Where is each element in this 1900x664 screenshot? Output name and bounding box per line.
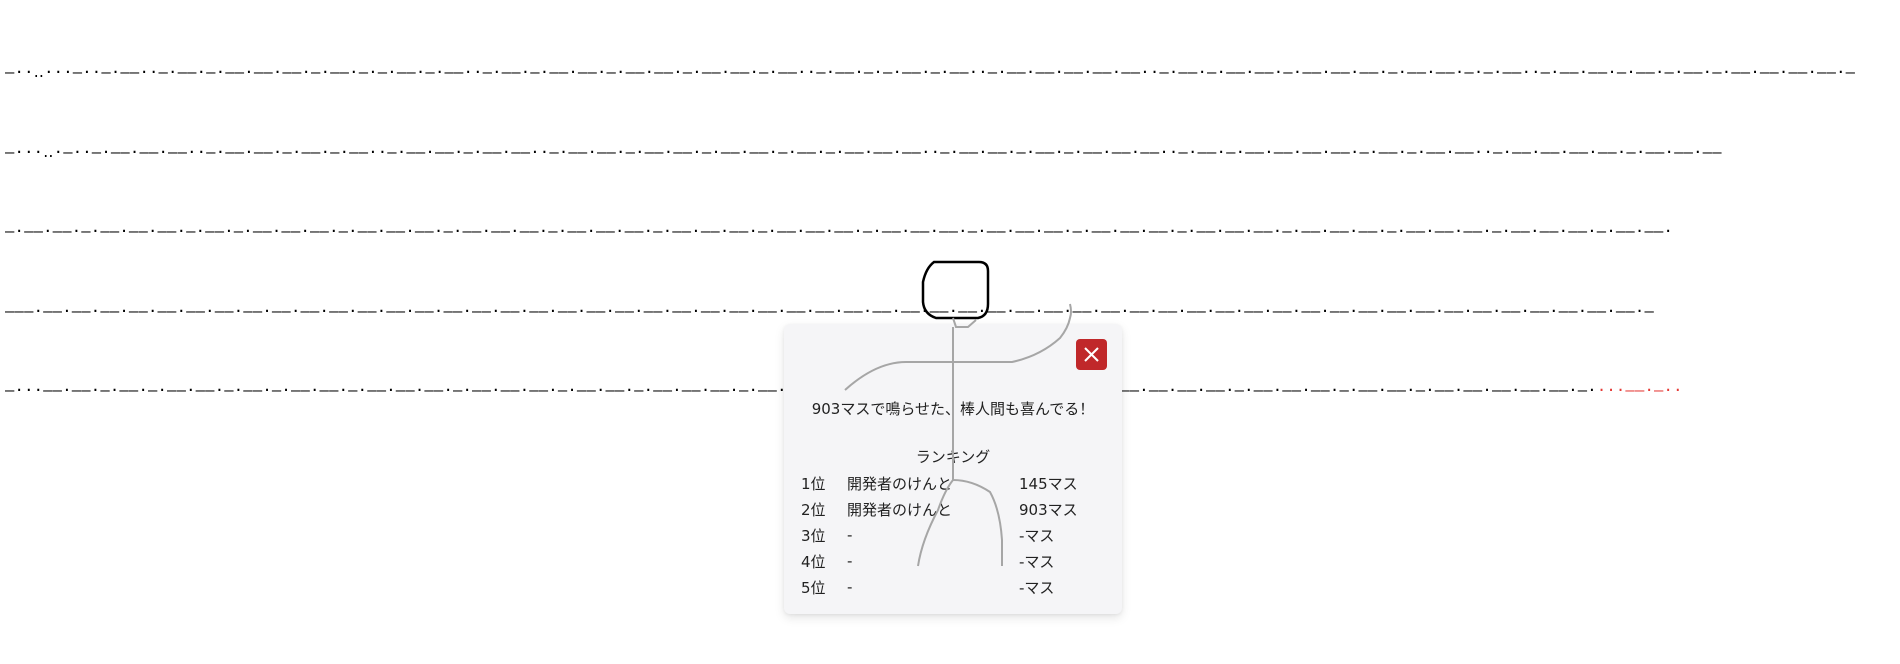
rank-player-name: 開発者のけんと <box>847 500 953 519</box>
rank-count: -マス <box>1019 526 1055 545</box>
rank-count: 145マス <box>1019 474 1078 493</box>
close-button[interactable] <box>1076 339 1107 370</box>
ranking-row: 2位 開発者のけんと 903マス <box>801 496 1101 522</box>
rank-player-name: - <box>847 578 853 596</box>
morse-tail: ···——·—·· <box>1596 381 1683 399</box>
rank-position: 2位 <box>801 500 826 519</box>
rank-count: -マス <box>1019 578 1055 597</box>
morse-line: —·——·——·—·——·——·——·—·——·—·——·——·——·—·——·… <box>5 222 1674 240</box>
ranking-title: ランキング <box>915 448 991 466</box>
ranking-row: 4位 - -マス <box>801 548 1101 574</box>
morse-line: —···‥·—··—·——·——·——··—·——·——·—·——·—·——··… <box>5 142 1722 161</box>
rank-count: -マス <box>1019 552 1055 571</box>
ranking-row: 1位 開発者のけんと 145マス <box>801 470 1101 496</box>
morse-line: ———·——·——·——·——·——·——·——·——·——·——·——·——·… <box>5 301 1654 320</box>
rank-position: 1位 <box>801 474 826 493</box>
ranking-table: 1位 開発者のけんと 145マス 2位 開発者のけんと 903マス 3位 - -… <box>801 470 1101 600</box>
rank-position: 4位 <box>801 552 826 571</box>
ranking-row: 5位 - -マス <box>801 574 1101 600</box>
result-message: 903マスで鳴らせた、棒人間も喜んでる！ <box>811 400 1095 418</box>
rank-player-name: 開発者のけんと <box>847 474 953 493</box>
rank-player-name: - <box>847 526 853 544</box>
game-page: —··‥···—··—·——··—·——·—·——·——·——·—·——·—·—… <box>0 0 1900 664</box>
morse-line: —··‥···—··—·——··—·——·—·——·——·——·—·——·—·—… <box>5 63 1856 81</box>
rank-position: 5位 <box>801 578 826 597</box>
rank-count: 903マス <box>1019 500 1078 519</box>
rank-player-name: - <box>847 552 853 570</box>
close-icon <box>1084 347 1099 362</box>
rank-position: 3位 <box>801 526 826 545</box>
ranking-row: 3位 - -マス <box>801 522 1101 548</box>
